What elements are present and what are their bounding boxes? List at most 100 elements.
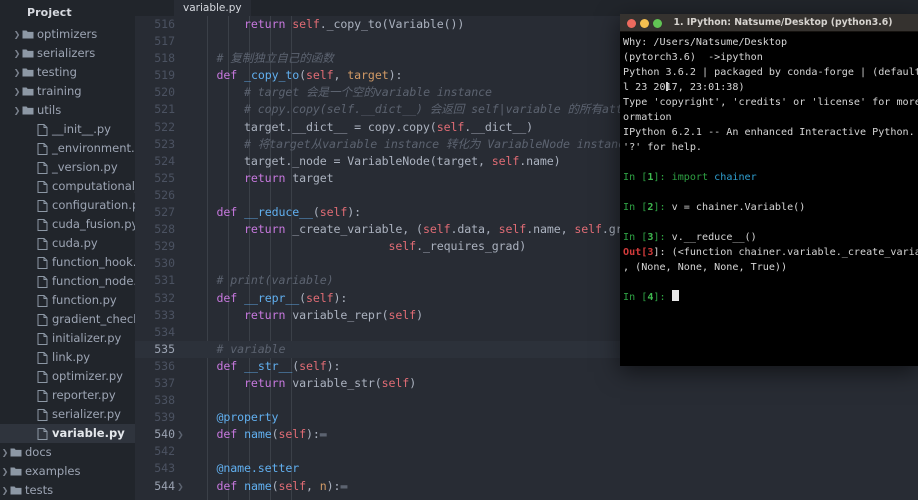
tab-variable-py[interactable]: variable.py xyxy=(174,0,251,16)
chevron-right-icon[interactable]: ❯ xyxy=(12,82,22,101)
file-icon xyxy=(37,424,52,443)
file-icon xyxy=(37,310,52,329)
line-number: 528 xyxy=(135,221,175,238)
chevron-right-icon[interactable]: ❯ xyxy=(12,25,22,44)
line-number: 536 xyxy=(135,358,175,375)
tree-item-optimizer-py[interactable]: optimizer.py xyxy=(0,367,135,386)
tree-item-examples[interactable]: ❯examples xyxy=(0,462,135,481)
code-text: # copy.copy(self.__dict__) 会返回 self|vari… xyxy=(189,101,630,118)
file-icon xyxy=(37,124,48,136)
tree-item-training[interactable]: ❯training xyxy=(0,82,135,101)
project-tree: ❯optimizers❯serializers❯testing❯training… xyxy=(0,25,135,500)
file-icon xyxy=(37,215,52,234)
tree-item-gradient-check-py[interactable]: gradient_check.py xyxy=(0,310,135,329)
chevron-right-icon[interactable]: ❯ xyxy=(0,443,10,462)
terminal-line: In [4]: xyxy=(623,290,918,305)
tree-item-tests[interactable]: ❯tests xyxy=(0,481,135,500)
line-number: 531 xyxy=(135,272,175,289)
fold-chevron-icon[interactable]: ❯ xyxy=(177,426,184,443)
tree-item-utils[interactable]: ❯utils xyxy=(0,101,135,120)
tree-item-link-py[interactable]: link.py xyxy=(0,348,135,367)
tree-item-label: optimizer.py xyxy=(52,369,123,383)
code-line[interactable]: 543 @name.setter xyxy=(135,460,918,477)
code-line[interactable]: 538 xyxy=(135,392,918,409)
tree-item-serializers[interactable]: ❯serializers xyxy=(0,44,135,63)
tree-item-function-node-py[interactable]: function_node.py xyxy=(0,272,135,291)
tree-item-label: function.py xyxy=(52,293,117,307)
chevron-right-icon[interactable]: ❯ xyxy=(0,481,10,500)
file-icon xyxy=(37,234,52,253)
chevron-right-icon[interactable]: ❯ xyxy=(12,63,22,82)
file-icon xyxy=(37,352,48,364)
tree-item--environment-py[interactable]: _environment.py xyxy=(0,139,135,158)
tree-item-optimizers[interactable]: ❯optimizers xyxy=(0,25,135,44)
file-icon xyxy=(37,390,48,402)
terminal-line xyxy=(623,185,918,200)
code-text: # target 会是一个空的variable instance xyxy=(189,84,492,101)
line-number: 537 xyxy=(135,375,175,392)
tree-item-configuration-py[interactable]: configuration.py xyxy=(0,196,135,215)
tree-item-label: function_hook.py xyxy=(52,255,135,269)
chevron-right-icon[interactable]: ❯ xyxy=(0,462,10,481)
folder-icon xyxy=(10,466,22,477)
file-icon xyxy=(37,371,48,383)
file-icon xyxy=(37,367,52,386)
folder-icon xyxy=(22,25,37,44)
line-number: 527 xyxy=(135,204,175,221)
tree-item-label: function_node.py xyxy=(52,274,135,288)
line-number: 526 xyxy=(135,187,175,204)
tree-item-variable-py[interactable]: variable.py xyxy=(0,424,135,443)
terminal-output[interactable]: Why: /Users/Natsume/Desktop(pytorch3.6) … xyxy=(620,32,918,366)
file-icon xyxy=(37,120,52,139)
line-number: 543 xyxy=(135,460,175,477)
terminal-lines: Why: /Users/Natsume/Desktop(pytorch3.6) … xyxy=(623,35,918,305)
text-cursor-icon xyxy=(666,82,668,91)
terminal-window[interactable]: 1. IPython: Natsume/Desktop (python3.6) … xyxy=(620,14,918,366)
tree-item--init-py[interactable]: __init__.py xyxy=(0,120,135,139)
line-number: 519 xyxy=(135,67,175,84)
folder-icon xyxy=(22,48,34,59)
tree-item-label: reporter.py xyxy=(52,388,116,402)
code-line[interactable]: 537 return variable_str(self) xyxy=(135,375,918,392)
tree-item-label: configuration.py xyxy=(52,198,135,212)
file-icon xyxy=(37,409,48,421)
code-line[interactable]: 539 @property xyxy=(135,409,918,426)
tree-item-initializer-py[interactable]: initializer.py xyxy=(0,329,135,348)
file-icon xyxy=(37,253,52,272)
tree-item-cuda-fusion-py[interactable]: cuda_fusion.py xyxy=(0,215,135,234)
tree-item--version-py[interactable]: _version.py xyxy=(0,158,135,177)
chevron-right-icon[interactable]: ❯ xyxy=(12,44,22,63)
tree-item-label: serializer.py xyxy=(52,407,121,421)
code-text: return self._copy_to(Variable()) xyxy=(189,16,464,33)
tree-item-reporter-py[interactable]: reporter.py xyxy=(0,386,135,405)
code-line[interactable]: 540❯ def name(self):▬ xyxy=(135,426,918,443)
file-icon xyxy=(37,200,48,212)
code-text: # variable xyxy=(189,341,285,358)
tree-item-serializer-py[interactable]: serializer.py xyxy=(0,405,135,424)
fold-chevron-icon[interactable]: ❯ xyxy=(177,478,184,495)
terminal-title-bar[interactable]: 1. IPython: Natsume/Desktop (python3.6) xyxy=(620,14,918,32)
line-number: 530 xyxy=(135,255,175,272)
tree-item-label: _version.py xyxy=(52,160,118,174)
tree-item-docs[interactable]: ❯docs xyxy=(0,443,135,462)
code-text: @name.setter xyxy=(189,460,299,477)
file-icon xyxy=(37,291,52,310)
tree-item-label: initializer.py xyxy=(52,331,121,345)
line-number: 520 xyxy=(135,84,175,101)
tree-item-label: link.py xyxy=(52,350,90,364)
code-text: target.__dict__ = copy.copy(self.__dict_… xyxy=(189,119,533,136)
tree-item-function-hook-py[interactable]: function_hook.py xyxy=(0,253,135,272)
tree-item-label: gradient_check.py xyxy=(52,312,135,326)
code-line[interactable]: 544❯ def name(self, n):▬ xyxy=(135,478,918,495)
tree-item-computational-graph-py[interactable]: computational_graph.py xyxy=(0,177,135,196)
file-icon xyxy=(37,181,48,193)
line-number: 529 xyxy=(135,238,175,255)
folder-icon xyxy=(22,44,37,63)
tree-item-testing[interactable]: ❯testing xyxy=(0,63,135,82)
chevron-right-icon[interactable]: ❯ xyxy=(12,101,22,120)
tree-item-function-py[interactable]: function.py xyxy=(0,291,135,310)
tree-item-cuda-py[interactable]: cuda.py xyxy=(0,234,135,253)
code-line[interactable]: 542 xyxy=(135,443,918,460)
tree-item-label: __init__.py xyxy=(52,122,111,136)
terminal-line: Out[3]: (<function chainer.variable._cre… xyxy=(623,245,918,260)
